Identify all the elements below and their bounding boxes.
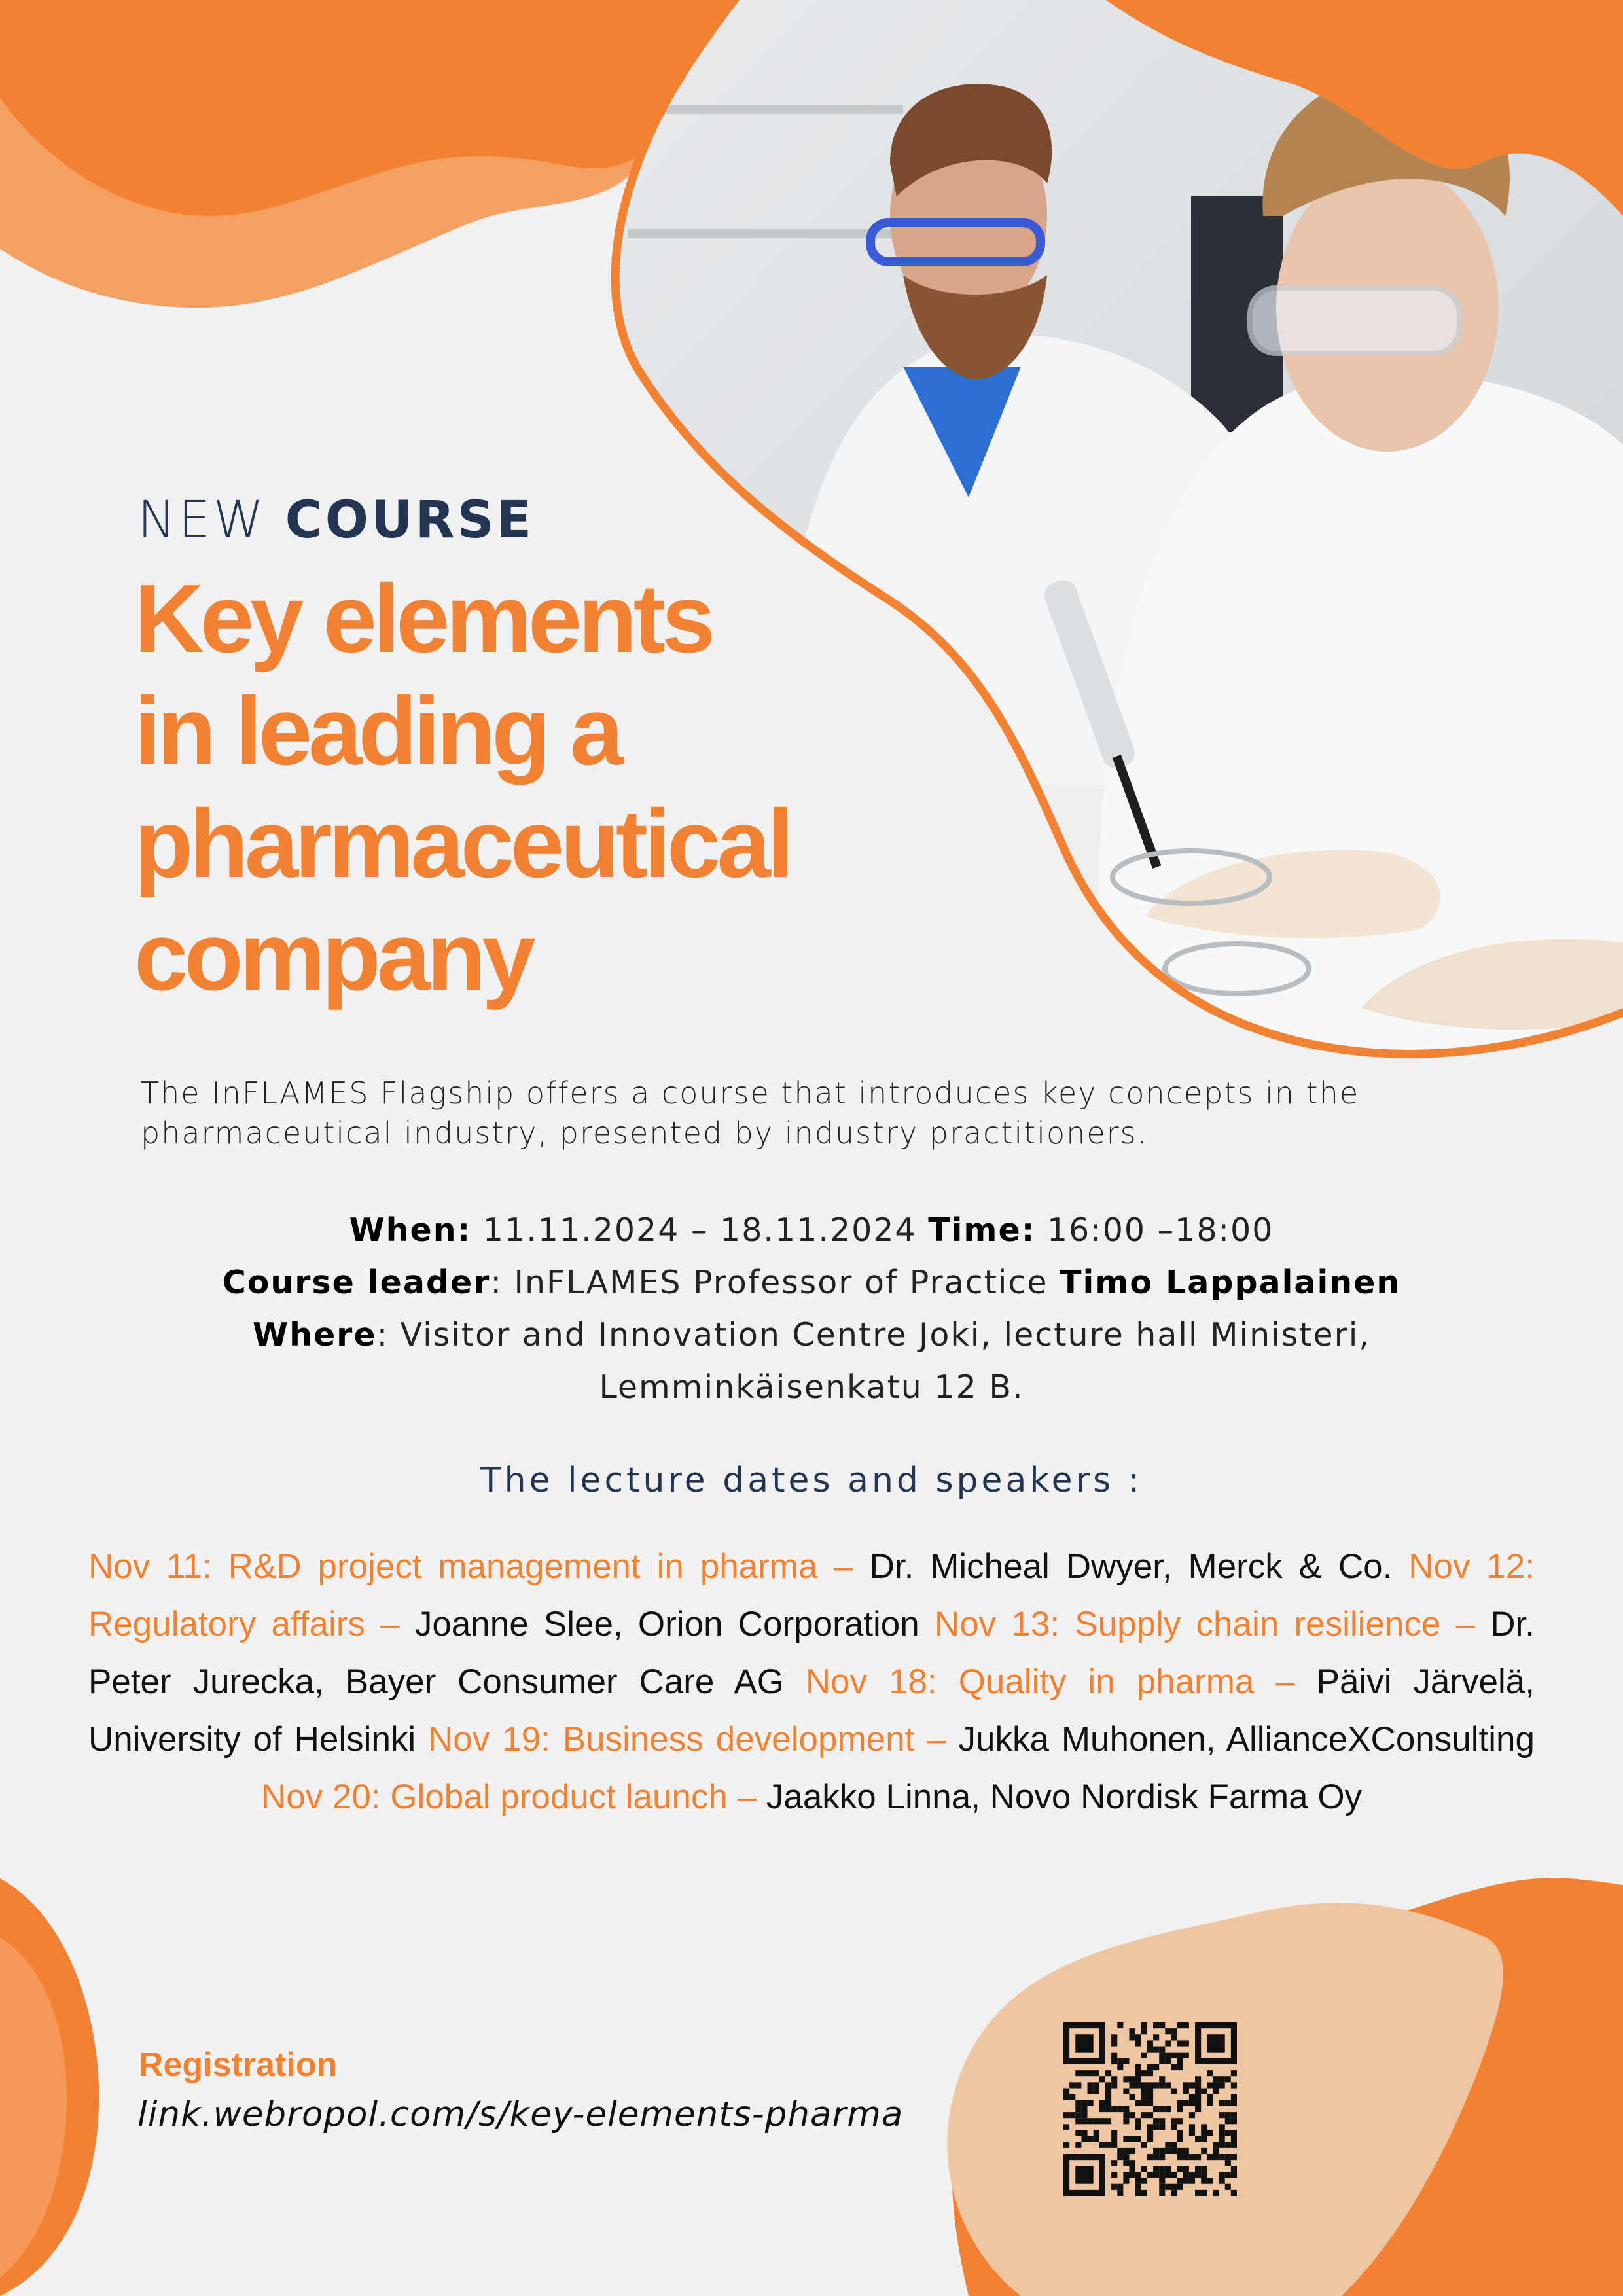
- qr-code-icon[interactable]: [1063, 2022, 1237, 2196]
- where-row: Where: Visitor and Innovation Centre Jok…: [157, 1309, 1466, 1361]
- course-title: Key elements in leading a pharmaceutical…: [134, 563, 985, 1013]
- lecture-item: Nov 20: Global product launch – Jaakko L…: [261, 1778, 1362, 1816]
- time-value: 16:00 –18:00: [1046, 1211, 1274, 1249]
- eyebrow-course: COURSE: [285, 491, 534, 550]
- lecture-topic: Nov 18: Quality in pharma –: [805, 1662, 1317, 1701]
- lecture-topic: Nov 11: R&D project management in pharma…: [88, 1547, 870, 1586]
- title-line-1: Key elements: [134, 565, 715, 673]
- lecture-speaker: Jukka Muhonen, AllianceXConsulting: [958, 1720, 1535, 1759]
- title-line-3: pharmaceutical: [134, 790, 794, 898]
- eyebrow-new: NEW: [137, 491, 266, 550]
- title-line-2: in leading a: [134, 677, 624, 785]
- lecture-item: Nov 11: R&D project management in pharma…: [88, 1547, 1392, 1586]
- registration-label: Registration: [139, 2046, 338, 2084]
- when-label: When:: [349, 1211, 472, 1249]
- time-label: Time:: [928, 1211, 1036, 1249]
- where-label: Where: [253, 1316, 377, 1354]
- registration-link[interactable]: link.webropol.com/s/key-elements-pharma: [137, 2094, 903, 2134]
- lecture-speaker: Joanne Slee, Orion Corporation: [414, 1605, 919, 1643]
- leader-name: Timo Lappalainen: [1060, 1264, 1401, 1301]
- leader-label: Course leader: [222, 1264, 491, 1301]
- where-value: : Visitor and Innovation Centre Joki, le…: [376, 1316, 1370, 1354]
- lectures-heading: The lecture dates and speakers :: [480, 1461, 1143, 1500]
- when-value: 11.11.2024 – 18.11.2024: [482, 1211, 917, 1249]
- lecture-topic: Nov 19: Business development –: [428, 1720, 959, 1759]
- leader-row: Course leader: InFLAMES Professor of Pra…: [157, 1257, 1466, 1309]
- lecture-speaker: Jaakko Linna, Novo Nordisk Farma Oy: [766, 1778, 1363, 1816]
- where-row-2: Lemminkäisenkatu 12 B.: [599, 1369, 1024, 1406]
- title-line-4: company: [134, 903, 536, 1011]
- lecture-topic: Nov 13: Supply chain resilience –: [934, 1605, 1491, 1643]
- leader-prefix: : InFLAMES Professor of Practice: [490, 1264, 1060, 1301]
- when-row: When: 11.11.2024 – 18.11.2024 Time: 16:0…: [157, 1204, 1466, 1257]
- lecture-schedule: Nov 11: R&D project management in pharma…: [88, 1538, 1535, 1826]
- lecture-topic: Nov 20: Global product launch –: [260, 1778, 766, 1816]
- course-eyebrow: NEW COURSE: [137, 491, 534, 550]
- intro-paragraph: The InFLAMES Flagship offers a course th…: [141, 1075, 1360, 1151]
- lecture-item: Nov 19: Business development – Jukka Muh…: [428, 1720, 1535, 1759]
- course-details: When: 11.11.2024 – 18.11.2024 Time: 16:0…: [157, 1204, 1466, 1414]
- lecture-speaker: Dr. Micheal Dwyer, Merck & Co.: [869, 1547, 1393, 1586]
